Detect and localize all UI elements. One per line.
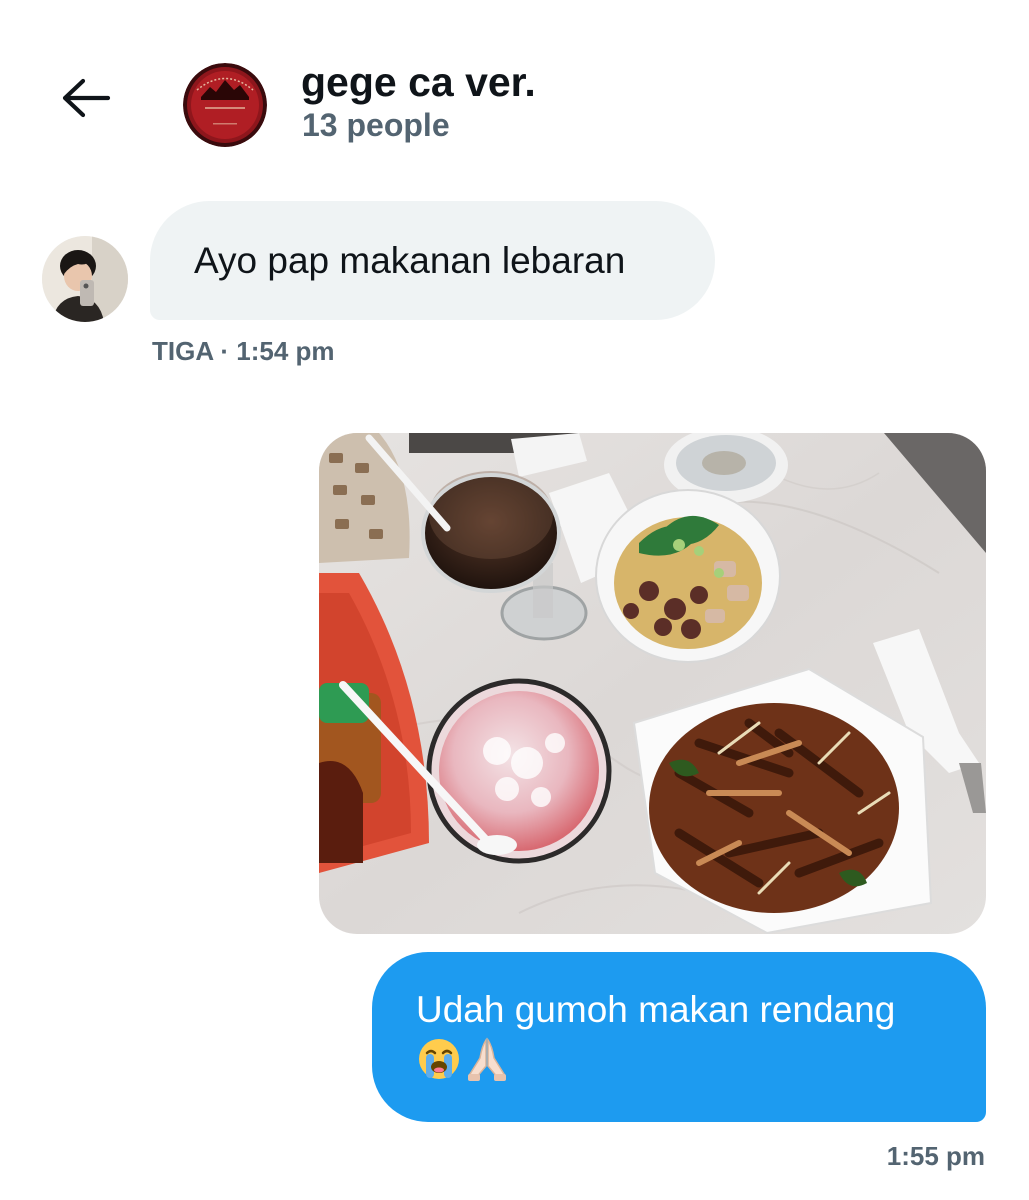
group-avatar[interactable] bbox=[183, 63, 267, 147]
back-button[interactable] bbox=[56, 70, 116, 126]
message-text: Ayo pap makanan lebaran bbox=[194, 239, 626, 281]
food-photo bbox=[319, 433, 986, 934]
sender-avatar-image bbox=[42, 236, 128, 322]
loudly-crying-face-icon bbox=[419, 1039, 459, 1079]
conversation-title[interactable]: gege ca ver. bbox=[301, 58, 536, 106]
incoming-message-bubble[interactable]: Ayo pap makanan lebaran bbox=[150, 201, 715, 320]
message-photo[interactable] bbox=[319, 433, 986, 934]
outgoing-message-bubble[interactable]: Udah gumoh makan rendang bbox=[372, 952, 986, 1122]
group-logo-image bbox=[183, 63, 267, 147]
folded-hands-icon bbox=[468, 1037, 506, 1081]
arrow-left-icon bbox=[62, 78, 111, 118]
message-time: 1:55 pm bbox=[886, 1141, 985, 1171]
sender-avatar[interactable] bbox=[42, 236, 128, 322]
message-text: Udah gumoh makan rendang bbox=[416, 989, 896, 1030]
emoji-row bbox=[416, 1036, 956, 1082]
dm-conversation: gege ca ver. 13 people Ayo pap makanan l… bbox=[0, 0, 1029, 1200]
message-meta: TIGA · 1:54 pm bbox=[152, 336, 335, 366]
member-count[interactable]: 13 people bbox=[302, 106, 450, 144]
